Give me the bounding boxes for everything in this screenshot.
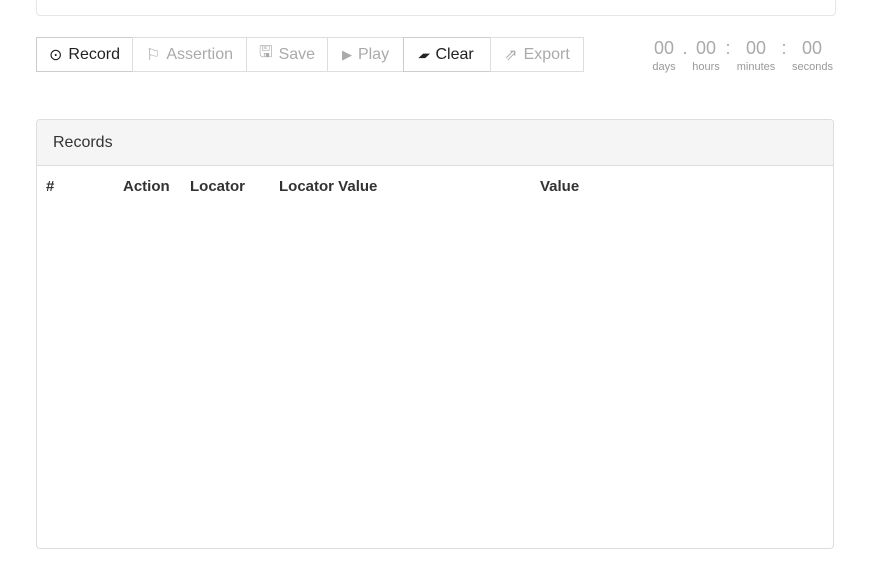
toolbar: ⊙ Record ⚐ Assertion 🖫 Save ▶ Play ▰ Clear ⇗ E… [36, 37, 584, 72]
record-button[interactable]: ⊙ Record [36, 37, 133, 72]
column-header-value: Value [540, 178, 580, 195]
export-icon: ⇗ [504, 46, 518, 64]
hours-label: hours [692, 61, 720, 73]
timer-hours: 00 [695, 38, 717, 58]
countdown-timer: 00 . 00 : 00 : 00 days hours minutes sec… [650, 38, 840, 73]
flag-icon: ⚐ [145, 46, 161, 64]
timer-minutes: 00 [745, 38, 767, 58]
timer-seconds: 00 [801, 38, 823, 58]
export-label: Export [523, 45, 570, 63]
clear-label: Clear [435, 45, 474, 63]
save-label: Save [278, 45, 316, 63]
export-button[interactable]: ⇗ Export [490, 37, 584, 72]
record-icon: ⊙ [49, 46, 63, 64]
timer-sep: : [781, 38, 787, 58]
play-button[interactable]: ▶ Play [327, 37, 404, 72]
records-panel: Records # Action Locator Locator Value V… [36, 119, 834, 549]
eraser-icon: ▰ [416, 47, 434, 62]
play-label: Play [357, 45, 390, 63]
column-header-action: Action [123, 178, 170, 195]
column-header-locator: Locator [190, 178, 246, 195]
timer-sep: . [682, 38, 688, 58]
save-button[interactable]: 🖫 Save [246, 37, 328, 72]
timer-sep: : [725, 38, 731, 58]
records-title: Records [37, 120, 833, 166]
assertion-button[interactable]: ⚐ Assertion [132, 37, 247, 72]
clear-button[interactable]: ▰ Clear [403, 37, 491, 72]
minutes-label: minutes [736, 61, 776, 73]
play-icon: ▶ [341, 46, 352, 62]
save-icon: 🖫 [258, 44, 273, 61]
days-label: days [652, 61, 676, 73]
top-panel [36, 0, 836, 16]
column-header-number: # [46, 178, 55, 195]
seconds-label: seconds [792, 61, 833, 73]
column-header-locator-value: Locator Value [279, 178, 378, 195]
record-label: Record [68, 45, 120, 63]
timer-days: 00 [653, 38, 675, 58]
assertion-label: Assertion [166, 45, 234, 63]
